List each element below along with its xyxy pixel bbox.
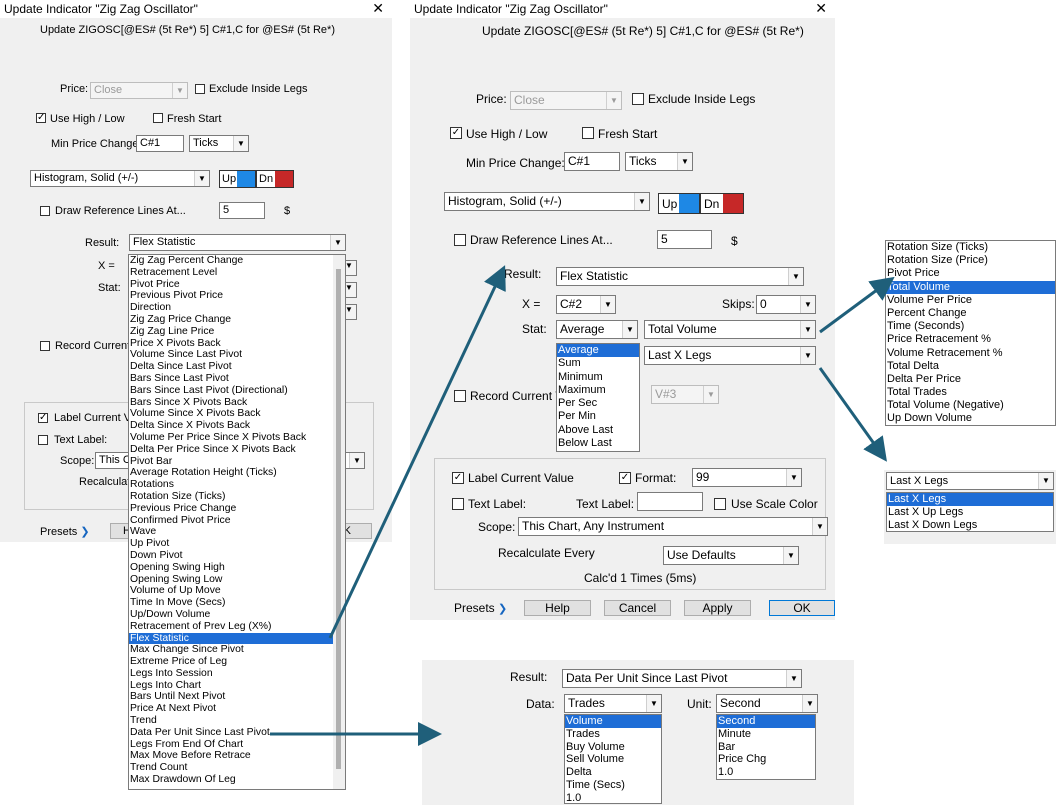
arrow-total-volume: [819, 276, 895, 334]
callout-arrows: [270, 265, 895, 746]
arrow-flex-statistic: [328, 265, 506, 639]
arrow-last-x-legs: [818, 367, 887, 462]
